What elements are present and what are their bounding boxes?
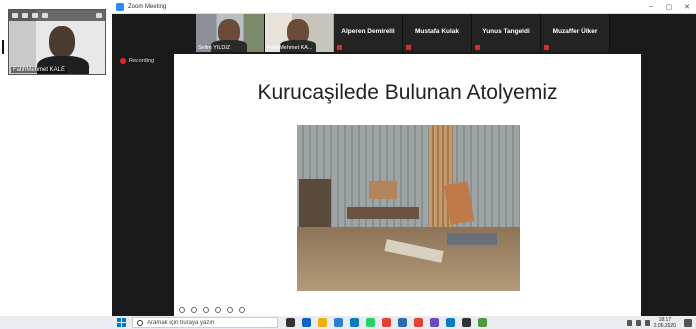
taskbar-app-icon[interactable] — [318, 318, 327, 327]
self-view-window[interactable]: FatihMehmet KALE — [8, 9, 106, 75]
view-toggle-icon[interactable] — [22, 13, 28, 18]
text-cursor-icon — [2, 40, 4, 54]
search-input[interactable] — [147, 319, 267, 326]
participant-strip: Selim YILDIZ FatihMehmet KA... Alperen D… — [196, 14, 610, 52]
taskbar-app-icon[interactable] — [350, 318, 359, 327]
participant-tile[interactable]: Selim YILDIZ — [196, 14, 265, 52]
menu-icon[interactable] — [32, 13, 38, 18]
taskbar-app-icon[interactable] — [462, 318, 471, 327]
windows-start-icon[interactable] — [117, 318, 126, 327]
battery-icon[interactable] — [644, 319, 650, 326]
taskbar-search[interactable] — [132, 317, 278, 328]
participant-name: Mustafa Kulak — [414, 28, 460, 35]
search-icon — [137, 319, 143, 326]
taskbar-app-icon[interactable] — [414, 318, 423, 327]
volume-icon[interactable] — [635, 319, 641, 326]
zoom-icon[interactable] — [215, 307, 221, 313]
notification-icon[interactable] — [684, 318, 692, 327]
grid-icon[interactable] — [42, 13, 48, 18]
participant-avatar — [49, 26, 75, 58]
zoom-meeting-window: Zoom Meeting – ▢ ✕ Selim YILDIZ FatihMeh… — [112, 0, 696, 316]
record-icon — [120, 58, 126, 64]
taskbar-apps — [286, 318, 487, 327]
participant-tile[interactable]: Mustafa Kulak — [403, 14, 472, 52]
windows-taskbar: 18:17 2.06.2020 — [0, 316, 696, 329]
participant-tile[interactable]: FatihMehmet KA... — [265, 14, 334, 52]
next-icon[interactable] — [239, 307, 245, 313]
muted-mic-icon — [337, 45, 342, 50]
close-button[interactable]: ✕ — [678, 3, 696, 11]
self-view-toolbar[interactable] — [9, 10, 105, 21]
minimize-button[interactable]: – — [642, 3, 660, 10]
window-title: Zoom Meeting — [128, 3, 167, 10]
muted-mic-icon — [544, 45, 549, 50]
shared-screen-slide: Kurucaşilede Bulunan Atolyemiz — [174, 54, 641, 316]
participant-name: FatihMehmet KA... — [267, 45, 313, 51]
taskbar-app-icon[interactable] — [366, 318, 375, 327]
system-tray: 18:17 2.06.2020 — [626, 317, 696, 329]
prev-icon[interactable] — [227, 307, 233, 313]
muted-mic-icon — [475, 45, 480, 50]
expand-icon[interactable] — [96, 13, 102, 18]
taskbar-app-icon[interactable] — [446, 318, 455, 327]
participant-name: Selim YILDIZ — [198, 45, 231, 51]
slide-title: Kurucaşilede Bulunan Atolyemiz — [257, 81, 558, 104]
maximize-button[interactable]: ▢ — [660, 3, 678, 11]
recording-label: Recording — [129, 58, 155, 64]
recording-indicator[interactable]: Recording — [120, 58, 154, 64]
taskbar-app-icon[interactable] — [302, 318, 311, 327]
taskbar-app-icon[interactable] — [430, 318, 439, 327]
workshop-photo — [297, 125, 520, 291]
muted-mic-icon — [406, 45, 411, 50]
taskbar-app-icon[interactable] — [382, 318, 391, 327]
participant-tile[interactable]: Yunus Tangeldi — [472, 14, 541, 52]
window-titlebar: Zoom Meeting – ▢ ✕ — [112, 0, 696, 14]
network-icon[interactable] — [626, 319, 632, 326]
eraser-icon[interactable] — [203, 307, 209, 313]
self-view-name: FatihMehmet KALE — [11, 67, 68, 73]
taskbar-app-icon[interactable] — [334, 318, 343, 327]
participant-tile[interactable]: Muzaffer Ülker — [541, 14, 610, 52]
taskbar-app-icon[interactable] — [478, 318, 487, 327]
taskbar-app-icon[interactable] — [286, 318, 295, 327]
participant-name: Alperen Demirelli — [341, 28, 395, 35]
pointer-icon[interactable] — [191, 307, 197, 313]
participant-tile[interactable]: Alperen Demirelli — [334, 14, 403, 52]
taskbar-clock[interactable]: 18:17 2.06.2020 — [654, 317, 676, 329]
zoom-logo-icon — [116, 2, 124, 11]
participant-name: Muzaffer Ülker — [552, 28, 598, 35]
minimize-icon[interactable] — [12, 13, 18, 18]
pen-icon[interactable] — [179, 307, 185, 313]
slide-controls — [179, 307, 245, 313]
taskbar-app-icon[interactable] — [398, 318, 407, 327]
participant-name: Yunus Tangeldi — [482, 28, 530, 35]
